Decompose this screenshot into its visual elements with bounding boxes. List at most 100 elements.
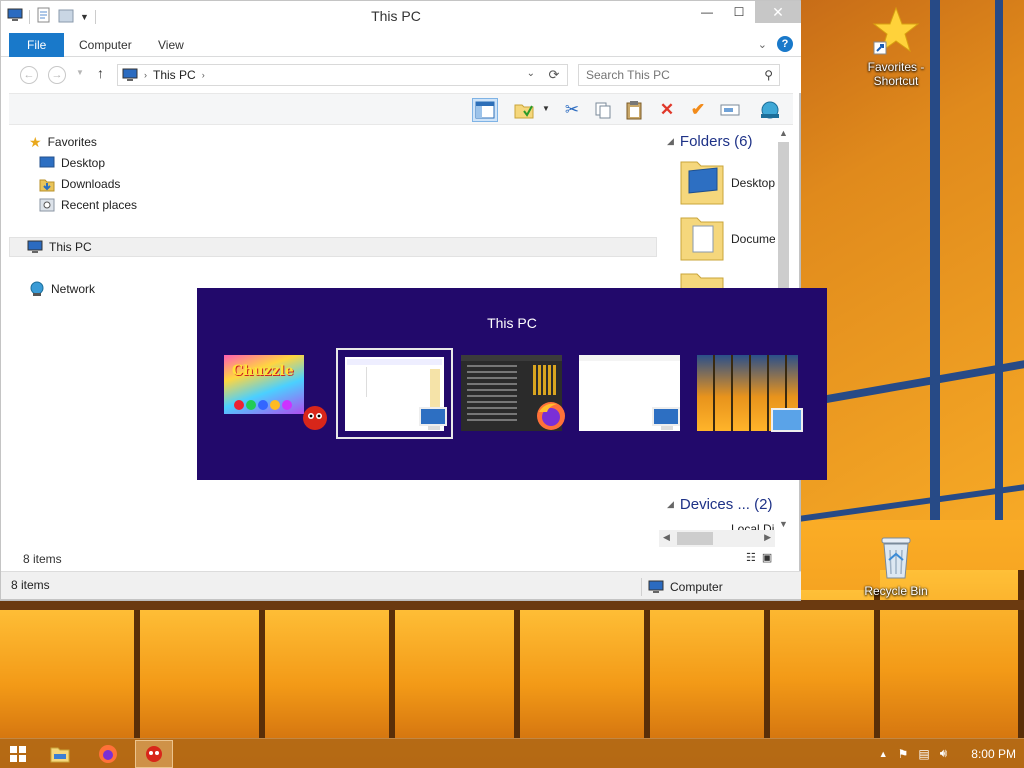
address-dropdown-icon[interactable]: ⌄ xyxy=(527,68,535,79)
collapse-icon[interactable]: ◢ xyxy=(667,499,674,510)
title-bar[interactable]: ▼ This PC — ☐ ✕ xyxy=(1,1,801,31)
large-icons-view-icon[interactable]: ▣ xyxy=(762,551,772,564)
tab-view[interactable]: View xyxy=(144,33,198,57)
collapse-icon[interactable]: ◢ xyxy=(667,136,674,147)
volume-icon[interactable]: 🔊︎ xyxy=(940,746,948,761)
minimize-button[interactable]: — xyxy=(691,1,723,23)
nav-label: Network xyxy=(51,282,96,296)
status-location-label: Computer xyxy=(670,580,723,594)
taskbar-file-explorer[interactable] xyxy=(41,740,79,768)
rename-icon[interactable] xyxy=(717,98,743,122)
desktop-app-icon xyxy=(771,408,803,432)
folder-options-dropdown-icon[interactable]: ▼ xyxy=(542,104,550,113)
nav-item-this-pc[interactable]: This PC xyxy=(9,237,657,257)
cut-icon[interactable]: ✂ xyxy=(559,98,585,122)
switcher-item-this-pc-selected[interactable] xyxy=(336,348,453,439)
forward-button[interactable]: → xyxy=(48,66,66,84)
desktop-icon xyxy=(39,156,55,168)
recent-places-icon xyxy=(39,198,55,212)
firefox-app-icon xyxy=(537,402,565,430)
maximize-button[interactable]: ☐ xyxy=(723,1,755,23)
horizontal-scrollbar[interactable]: ◀ ▶ xyxy=(659,530,775,547)
computer-app-icon xyxy=(419,407,447,430)
checkmark-icon[interactable]: ✔ xyxy=(685,98,711,122)
computer-icon xyxy=(27,240,43,253)
taskbar-firefox[interactable] xyxy=(89,740,127,768)
network-status-icon[interactable]: ▤ xyxy=(918,747,929,761)
switcher-item-chuzzle[interactable]: Chuzzle xyxy=(221,348,338,439)
chuzzle-app-icon xyxy=(303,406,327,430)
task-switcher: This PC Chuzzle xyxy=(197,288,827,480)
status-item-count: 8 items xyxy=(11,578,50,592)
breadcrumb[interactable]: This PC xyxy=(153,68,196,82)
search-input[interactable] xyxy=(579,65,749,85)
folder-label[interactable]: Docume xyxy=(731,232,776,246)
switcher-item-firefox[interactable] xyxy=(459,348,576,439)
scroll-left-icon[interactable]: ◀ xyxy=(663,532,670,543)
scrollbar-thumb[interactable] xyxy=(778,142,789,292)
help-icon[interactable]: ? xyxy=(777,36,793,52)
refresh-button[interactable]: ⟳ xyxy=(541,64,568,86)
switcher-item-this-pc[interactable] xyxy=(577,348,694,439)
address-bar[interactable]: › This PC › ⌄ xyxy=(117,64,568,86)
desktop-icon-label: Favorites - Shortcut xyxy=(867,60,925,88)
back-button[interactable]: ← xyxy=(20,66,38,84)
action-center-icon[interactable]: ⚑ xyxy=(898,747,909,761)
command-toolbar: ▼ ✂ ✕ ✔ xyxy=(9,93,793,125)
chuzzle-icon xyxy=(146,746,162,762)
nav-item-downloads[interactable]: Downloads xyxy=(39,174,120,194)
tab-computer[interactable]: Computer xyxy=(65,33,146,57)
details-view-icon[interactable]: ☷ xyxy=(746,551,756,564)
show-hidden-icons-icon[interactable]: ▲ xyxy=(879,749,888,759)
desktop-icon-favorites-shortcut[interactable]: Favorites - Shortcut xyxy=(856,6,936,88)
group-header-label: Devices ... (2) xyxy=(679,496,773,513)
scroll-right-icon[interactable]: ▶ xyxy=(764,532,771,543)
expand-ribbon-icon[interactable]: ⌄ xyxy=(758,38,767,51)
group-header-folders[interactable]: ◢ Folders (6) xyxy=(667,133,752,150)
copy-icon[interactable] xyxy=(590,98,616,122)
clock[interactable]: 8:00 PM xyxy=(971,747,1016,761)
desktop-icon-recycle-bin[interactable]: Recycle Bin xyxy=(856,534,936,598)
window-title: This PC xyxy=(371,8,421,24)
file-explorer-icon xyxy=(50,747,70,763)
network-icon xyxy=(30,281,44,296)
switcher-title: This PC xyxy=(487,315,537,331)
nav-item-recent-places[interactable]: Recent places xyxy=(39,195,137,215)
ribbon-tabs: File Computer View ⌄ ? xyxy=(1,31,801,57)
delete-icon[interactable]: ✕ xyxy=(654,98,680,122)
switcher-item-desktop[interactable] xyxy=(695,348,812,439)
close-button[interactable]: ✕ xyxy=(755,1,801,23)
computer-icon xyxy=(648,580,664,593)
breadcrumb-chevron-icon[interactable]: › xyxy=(202,70,205,80)
preview-pane-icon[interactable] xyxy=(472,98,498,122)
folder-documents-icon xyxy=(680,217,724,261)
start-button[interactable] xyxy=(10,746,26,762)
navigation-bar: ← → ▼ ↑ › This PC › ⌄ ⟳ ⚲ xyxy=(1,57,801,93)
desktop-icon-label: Recycle Bin xyxy=(864,584,928,598)
group-header-label: Folders (6) xyxy=(679,133,753,150)
tab-file[interactable]: File xyxy=(9,33,65,57)
nav-item-favorites[interactable]: ★ Favorites xyxy=(29,132,97,152)
group-header-devices[interactable]: ◢ Devices ... (2) xyxy=(667,496,772,513)
search-box[interactable]: ⚲ xyxy=(578,64,780,86)
folder-label[interactable]: Desktop xyxy=(731,176,775,190)
scroll-up-icon[interactable]: ▲ xyxy=(779,128,788,138)
chuzzle-logo: Chuzzle xyxy=(232,363,294,379)
recent-locations-icon[interactable]: ▼ xyxy=(76,68,84,77)
scrollbar-thumb[interactable] xyxy=(677,532,713,545)
nav-item-desktop[interactable]: Desktop xyxy=(39,153,105,173)
folder-desktop-icon xyxy=(680,161,724,205)
nav-label: Favorites xyxy=(47,135,97,149)
breadcrumb-chevron-icon[interactable]: › xyxy=(144,70,147,80)
nav-item-network[interactable]: Network xyxy=(29,279,95,299)
up-button[interactable]: ↑ xyxy=(97,65,104,81)
network-globe-icon[interactable] xyxy=(757,98,783,122)
search-icon[interactable]: ⚲ xyxy=(764,68,773,82)
scroll-down-icon[interactable]: ▼ xyxy=(779,519,788,529)
nav-label: Recent places xyxy=(61,198,138,212)
paste-icon[interactable] xyxy=(621,98,647,122)
downloads-icon xyxy=(39,179,55,192)
star-icon: ★ xyxy=(29,133,42,150)
folder-options-icon[interactable] xyxy=(511,98,537,122)
taskbar-chuzzle[interactable] xyxy=(135,740,173,768)
